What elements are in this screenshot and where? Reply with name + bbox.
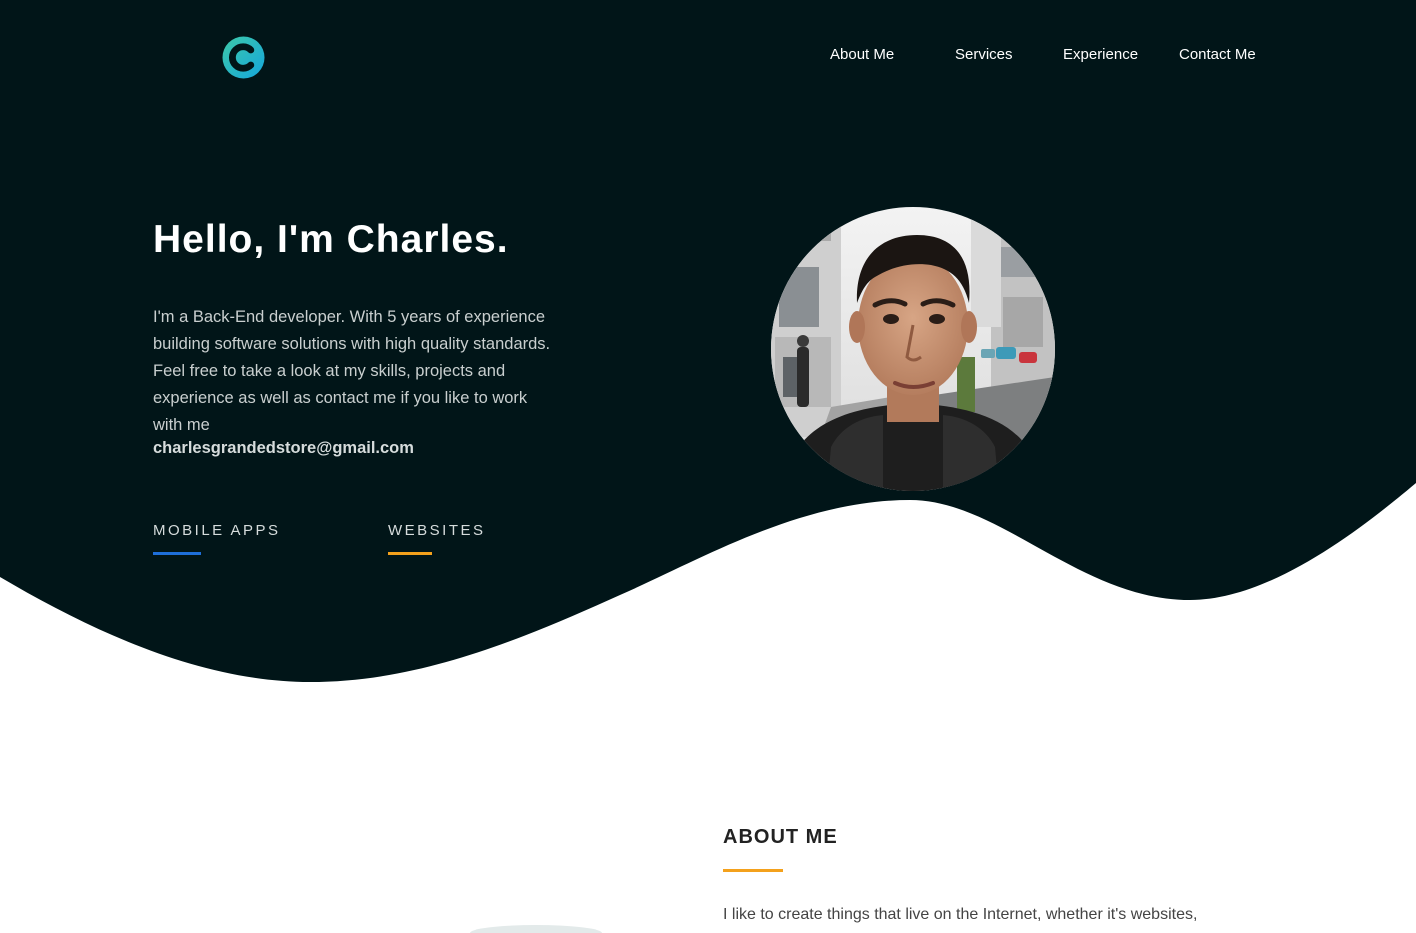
skill-websites-underline: [388, 552, 432, 555]
profile-photo: [771, 207, 1055, 491]
about-image: [470, 925, 602, 933]
about-me-underline: [723, 869, 783, 872]
skill-mobile-apps-underline: [153, 552, 201, 555]
nav-contact-me[interactable]: Contact Me: [1179, 46, 1256, 63]
nav-about-me[interactable]: About Me: [830, 46, 894, 63]
about-me-heading: ABOUT ME: [723, 826, 838, 848]
hero-description: I'm a Back-End developer. With 5 years o…: [153, 308, 551, 434]
contact-email-link[interactable]: charlesgrandedstore@gmail.com: [153, 439, 414, 458]
about-me-text: I like to create things that live on the…: [723, 906, 1198, 923]
skill-websites[interactable]: WEBSITES: [388, 522, 486, 539]
hero-title: Hello, I'm Charles.: [153, 218, 509, 261]
skill-mobile-apps[interactable]: MOBILE APPS: [153, 522, 281, 539]
nav-services[interactable]: Services: [955, 46, 1013, 63]
main-nav: About Me Services Experience Contact Me: [0, 46, 1416, 68]
nav-experience[interactable]: Experience: [1063, 46, 1138, 63]
